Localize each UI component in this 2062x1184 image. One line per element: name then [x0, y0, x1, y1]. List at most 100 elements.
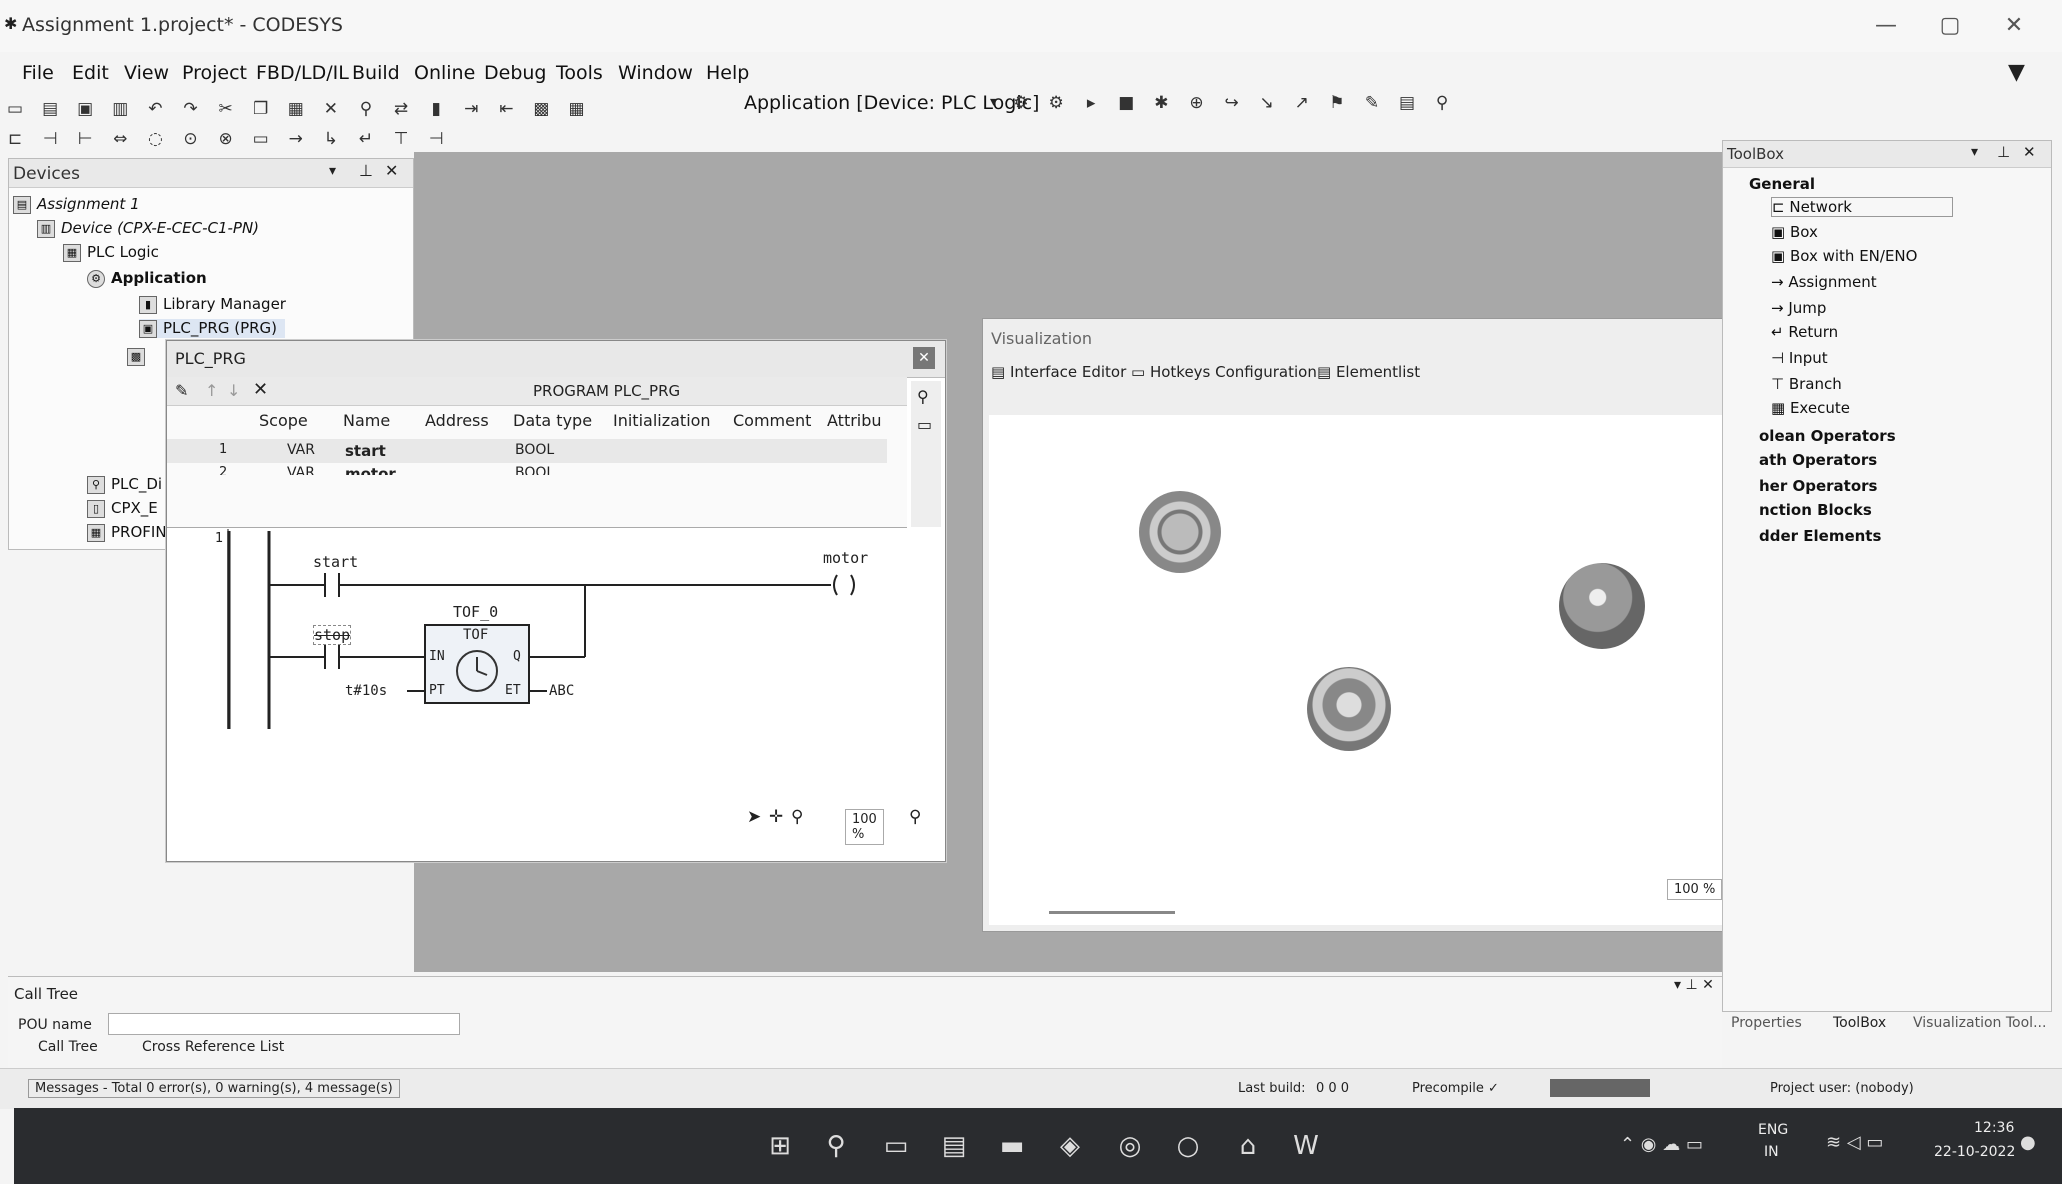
pan-icon[interactable]: ✛	[769, 807, 783, 827]
vis-zoom-value[interactable]: 100 %	[1667, 879, 1723, 900]
plc-prg-tab[interactable]: PLC_PRG	[175, 349, 246, 368]
col-name[interactable]: Name	[343, 411, 390, 430]
plc-prg-close-button[interactable]: ✕	[913, 347, 935, 369]
col-init[interactable]: Initialization	[613, 411, 711, 430]
tab-toolbox[interactable]: ToolBox	[1833, 1015, 1886, 1031]
logout-icon[interactable]: ⚙	[1045, 92, 1067, 114]
notification-icon[interactable]: ●	[2020, 1132, 2036, 1153]
toolbox-item-return[interactable]: ↵ Return	[1771, 323, 1838, 341]
copy-icon[interactable]: ❐	[250, 98, 272, 120]
print-icon[interactable]: ▥	[109, 98, 131, 120]
edit-icon[interactable]: ✎	[175, 381, 188, 400]
push-button-start[interactable]	[1139, 491, 1221, 573]
tree-node-device[interactable]: ▥ Device (CPX-E-CEC-C1-PN)	[37, 219, 259, 238]
panel-dropdown-icon[interactable]: ▾	[329, 163, 336, 179]
coil-icon[interactable]: ◌	[144, 128, 166, 150]
tree-node-profin[interactable]: ▦ PROFIN	[87, 523, 167, 542]
device-icon[interactable]: ▦	[566, 98, 588, 120]
build-icon[interactable]: ▩	[530, 98, 552, 120]
tree-node-plc-logic[interactable]: ▦ PLC Logic	[63, 243, 159, 262]
toolbox-section-general[interactable]: General	[1749, 175, 1815, 193]
menu-view[interactable]: View	[124, 62, 169, 84]
step-into-icon[interactable]: ↘	[1256, 92, 1278, 114]
cross-reference-tab[interactable]: Cross Reference List	[142, 1039, 284, 1055]
menu-debug[interactable]: Debug	[484, 62, 546, 84]
close-button[interactable]: ✕	[1994, 8, 2034, 44]
brave-icon[interactable]: ◈	[1050, 1126, 1090, 1166]
tab-properties[interactable]: Properties	[1731, 1015, 1802, 1031]
contact-stop-label[interactable]: stop	[313, 625, 352, 645]
input-icon[interactable]: ⊣	[425, 128, 447, 150]
contact-icon[interactable]: ⊣	[39, 128, 61, 150]
bookmark-icon[interactable]: ▮	[425, 98, 447, 120]
toolbox-item-network[interactable]: ⊏ Network	[1771, 197, 1953, 217]
run-icon[interactable]: ▸	[1080, 92, 1102, 114]
col-scope[interactable]: Scope	[259, 411, 308, 430]
vis-tab-interface-editor[interactable]: ▤ Interface Editor	[991, 363, 1126, 381]
toolbox-group-math[interactable]: ath Operators	[1759, 451, 1877, 469]
maximize-button[interactable]: ▢	[1930, 8, 1970, 44]
col-datatype[interactable]: Data type	[513, 411, 592, 430]
menu-window[interactable]: Window	[618, 62, 693, 84]
save-icon[interactable]: ▣	[74, 98, 96, 120]
clock-date[interactable]: 22-10-2022	[1934, 1144, 2015, 1160]
menu-online[interactable]: Online	[414, 62, 475, 84]
toolbox-close-icon[interactable]: ✕	[2023, 143, 2036, 161]
calltree-pin-icon[interactable]: ▾ ⊥ ✕	[1674, 977, 1714, 993]
opera-icon[interactable]: ○	[1168, 1126, 1208, 1166]
contact-start-label[interactable]: start	[313, 553, 358, 571]
table-view-icon[interactable]: ▭	[917, 415, 932, 434]
menu-project[interactable]: Project	[182, 62, 247, 84]
parallel-contact-icon[interactable]: ⇔	[109, 128, 131, 150]
force-icon[interactable]: ⚑	[1326, 92, 1348, 114]
move-down-icon[interactable]: ↓	[227, 381, 240, 400]
vis-tab-hotkeys[interactable]: ▭ Hotkeys Configuration	[1131, 363, 1317, 381]
toolbox-group-boolean[interactable]: olean Operators	[1759, 427, 1896, 445]
minimize-button[interactable]: —	[1866, 8, 1906, 44]
vis-hscroll[interactable]	[1049, 911, 1175, 914]
vis-tab-elementlist[interactable]: ▤ Elementlist	[1317, 363, 1420, 381]
cut-icon[interactable]: ✂	[215, 98, 237, 120]
poi-input[interactable]	[108, 1013, 460, 1035]
zoom-icon[interactable]: ⚲	[909, 807, 921, 827]
menu-file[interactable]: File	[22, 62, 54, 84]
move-up-icon[interactable]: ↑	[205, 381, 218, 400]
col-attribute[interactable]: Attribu	[827, 411, 882, 430]
table-row[interactable]: 1 VAR start BOOL	[167, 439, 887, 463]
network-volume-battery-icons[interactable]: ≋ ◁ ▭	[1826, 1132, 1883, 1153]
step-out-icon[interactable]: ↗	[1291, 92, 1313, 114]
menu-edit[interactable]: Edit	[72, 62, 109, 84]
reset-coil-icon[interactable]: ⊗	[215, 128, 237, 150]
toolbox-item-input[interactable]: ⊣ Input	[1771, 349, 1828, 367]
tree-node-plc-prg[interactable]: ▣ PLC_PRG (PRG)	[139, 319, 286, 338]
toolbox-dropdown-icon[interactable]: ▾	[1971, 144, 1978, 160]
pointer-icon[interactable]: ➤	[747, 807, 761, 827]
tab-vis-toolbox[interactable]: Visualization Tool...	[1913, 1015, 2046, 1031]
lang-indicator[interactable]: ENG	[1758, 1122, 1788, 1138]
menu-build[interactable]: Build	[352, 62, 400, 84]
branch-icon[interactable]: ⊤	[390, 128, 412, 150]
neg-contact-icon[interactable]: ⊢	[74, 128, 96, 150]
tree-node-task-config[interactable]: ▩	[127, 347, 151, 366]
replace-icon[interactable]: ⇄	[390, 98, 412, 120]
return-icon[interactable]: ↵	[355, 128, 377, 150]
word-icon[interactable]: W	[1286, 1126, 1326, 1166]
bookmark-prev-icon[interactable]: ⇤	[495, 98, 517, 120]
write-icon[interactable]: ✎	[1361, 92, 1383, 114]
menu-tools[interactable]: Tools	[556, 62, 603, 84]
chrome-icon[interactable]: ◎	[1110, 1126, 1150, 1166]
box-icon[interactable]: ▭	[250, 128, 272, 150]
et-output[interactable]: ABC	[549, 683, 574, 699]
new-icon[interactable]: ▭	[4, 98, 26, 120]
stop-icon[interactable]: ■	[1115, 92, 1137, 114]
clock-time[interactable]: 12:36	[1974, 1120, 2014, 1136]
col-address[interactable]: Address	[425, 411, 489, 430]
combo-arrow-icon[interactable]: ▾	[990, 94, 997, 110]
open-icon[interactable]: ▤	[39, 98, 61, 120]
fb-instance-label[interactable]: TOF_0	[453, 603, 498, 621]
col-comment[interactable]: Comment	[733, 411, 811, 430]
menu-fbd[interactable]: FBD/LD/IL	[256, 62, 349, 84]
login-icon[interactable]: ⚙	[1010, 92, 1032, 114]
monitor-icon[interactable]: ▤	[1396, 92, 1418, 114]
filter-var-icon[interactable]: ⚲	[917, 387, 929, 406]
